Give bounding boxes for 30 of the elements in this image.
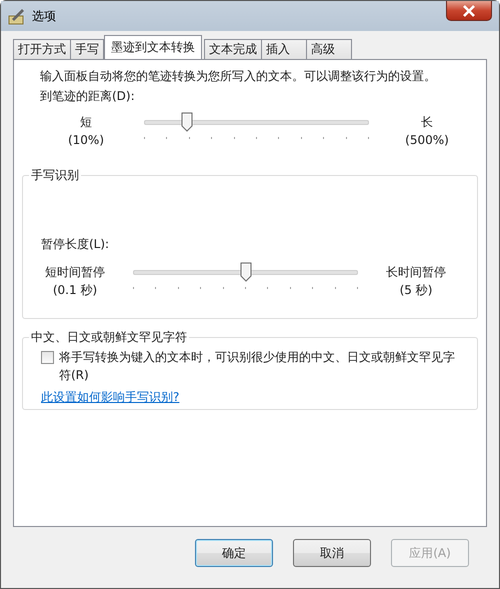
tab[interactable]: 插入 <box>261 39 307 59</box>
slider-end-label: 短时间暂停 <box>45 264 105 281</box>
dialog-button[interactable]: 取消 <box>293 539 371 567</box>
close-icon <box>462 4 476 16</box>
tab[interactable]: 高级 <box>306 39 352 59</box>
group-title: 中文、日文或朝鲜文罕见字符 <box>29 329 189 346</box>
help-link[interactable]: 此设置如何影响手写识别? <box>41 389 180 406</box>
slider-end-label: 长时间暂停 <box>386 264 446 281</box>
group-title: 手写识别 <box>29 167 81 184</box>
slider-label: 到笔迹的距离(D): <box>40 88 136 105</box>
slider-end-value: (10%) <box>68 132 104 149</box>
slider-thumb[interactable] <box>240 262 252 282</box>
pen-icon <box>8 7 26 25</box>
tab[interactable]: 墨迹到文本转换 <box>104 35 202 59</box>
checkbox-label[interactable]: 将手写转换为键入的文本时，可识别很少使用的中文、日文或朝鲜文罕见字符(R) <box>59 348 455 384</box>
slider-thumb[interactable] <box>180 112 193 132</box>
close-button[interactable] <box>446 1 492 21</box>
slider-label: 暂停长度(L): <box>41 236 110 253</box>
tab[interactable]: 手写 <box>70 39 104 59</box>
tab[interactable]: 文本完成 <box>204 39 262 59</box>
slider-end-label: 短 <box>80 114 92 131</box>
tab[interactable]: 打开方式 <box>13 39 71 59</box>
window-title: 选项 <box>32 8 57 24</box>
slider-end-value: (500%) <box>405 132 449 149</box>
slider-end-label: 长 <box>421 114 433 131</box>
slider-end-value: (5 秒) <box>400 282 432 299</box>
dialog-button[interactable]: 确定 <box>195 539 273 567</box>
description-text: 输入面板自动将您的笔迹转换为您所写入的文本。可以调整该行为的设置。 <box>40 68 437 84</box>
checkbox[interactable] <box>41 351 54 364</box>
slider-end-value: (0.1 秒) <box>52 282 98 299</box>
